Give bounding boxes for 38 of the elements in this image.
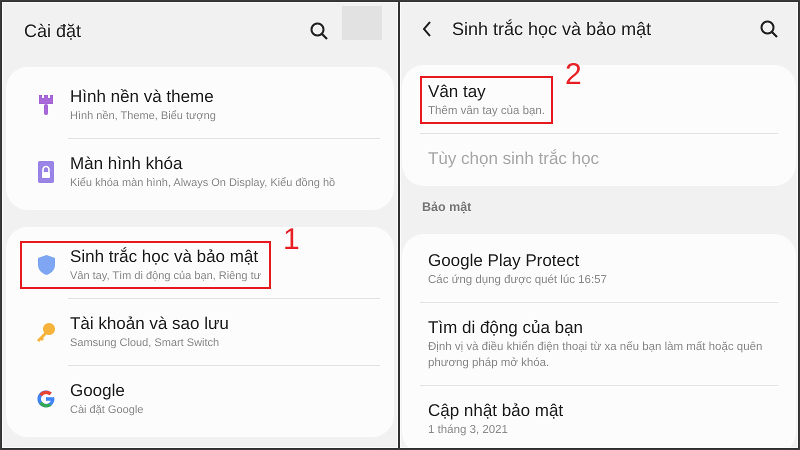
item-subtitle: Kiểu khóa màn hình, Always On Display, Kiểu đồng hồ — [70, 176, 336, 191]
screen-title: Cài đặt — [24, 20, 82, 42]
screen-title: Sinh trắc học và bảo mật — [452, 18, 652, 40]
google-g-icon — [36, 389, 56, 409]
item-title: Google Play Protect — [428, 250, 580, 272]
paint-brush-icon — [38, 94, 54, 116]
item-subtitle: Vân tay, Tìm di động của bạn, Riêng tư — [70, 269, 262, 284]
search-icon[interactable] — [760, 20, 778, 38]
lock-icon — [38, 161, 54, 183]
section-header: Bảo mật — [421, 199, 472, 216]
settings-item[interactable]: Tài khoản và sao lưu Samsung Cloud, Smart Switch — [20, 299, 380, 365]
item-title: Màn hình khóa — [70, 153, 184, 175]
item-title: Tài khoản và sao lưu — [70, 313, 229, 335]
item-title: Google — [70, 380, 126, 402]
settings-item[interactable]: Hình nền và theme Hình nền, Theme, Biểu tượng — [20, 72, 380, 138]
item-title: Cập nhật bảo mật — [428, 400, 564, 422]
settings-item[interactable]: Cập nhật bảo mật 1 tháng 3, 2021 — [420, 384, 778, 448]
step-number: 1 — [283, 225, 300, 255]
item-title: Tìm di động của bạn — [428, 316, 584, 339]
settings-item[interactable]: Google Play Protect Các ứng dụng được quét lúc 16:57 — [420, 236, 778, 302]
key-icon — [36, 322, 56, 342]
item-subtitle: Thêm vân tay của bạn. — [428, 104, 545, 119]
item-subtitle: Cài đặt Google — [70, 403, 144, 418]
settings-item[interactable]: Google Cài đặt Google — [20, 366, 380, 432]
item-title: Tùy chọn sinh trắc học — [428, 148, 600, 170]
item-title: Sinh trắc học và bảo mật — [70, 246, 260, 268]
settings-item[interactable]: Tìm di động của bạn Định vị và điều khiển điện thoại từ xa nếu bạn làm mất hoặc quên phương pháp mở khóa. — [420, 302, 778, 385]
item-subtitle: Samsung Cloud, Smart Switch — [70, 336, 220, 351]
item-subtitle: Định vị và điều khiển điện thoại từ xa nếu bạn làm mất hoặc quên phương pháp mở khóa. — [428, 340, 763, 371]
shield-icon — [38, 255, 54, 275]
item-title: Vân tay — [428, 81, 487, 103]
item-subtitle: 1 tháng 3, 2021 — [428, 422, 509, 438]
item-subtitle: Hình nền, Theme, Biểu tượng — [70, 109, 216, 124]
search-icon[interactable] — [310, 22, 328, 40]
step-number: 2 — [564, 60, 582, 90]
item-title: Hình nền và theme — [70, 86, 215, 108]
item-subtitle: Các ứng dụng được quét lúc 16:57 — [428, 272, 607, 288]
settings-item[interactable]: Màn hình khóa Kiểu khóa màn hình, Always On Display, Kiểu đồng hồ — [20, 139, 380, 205]
